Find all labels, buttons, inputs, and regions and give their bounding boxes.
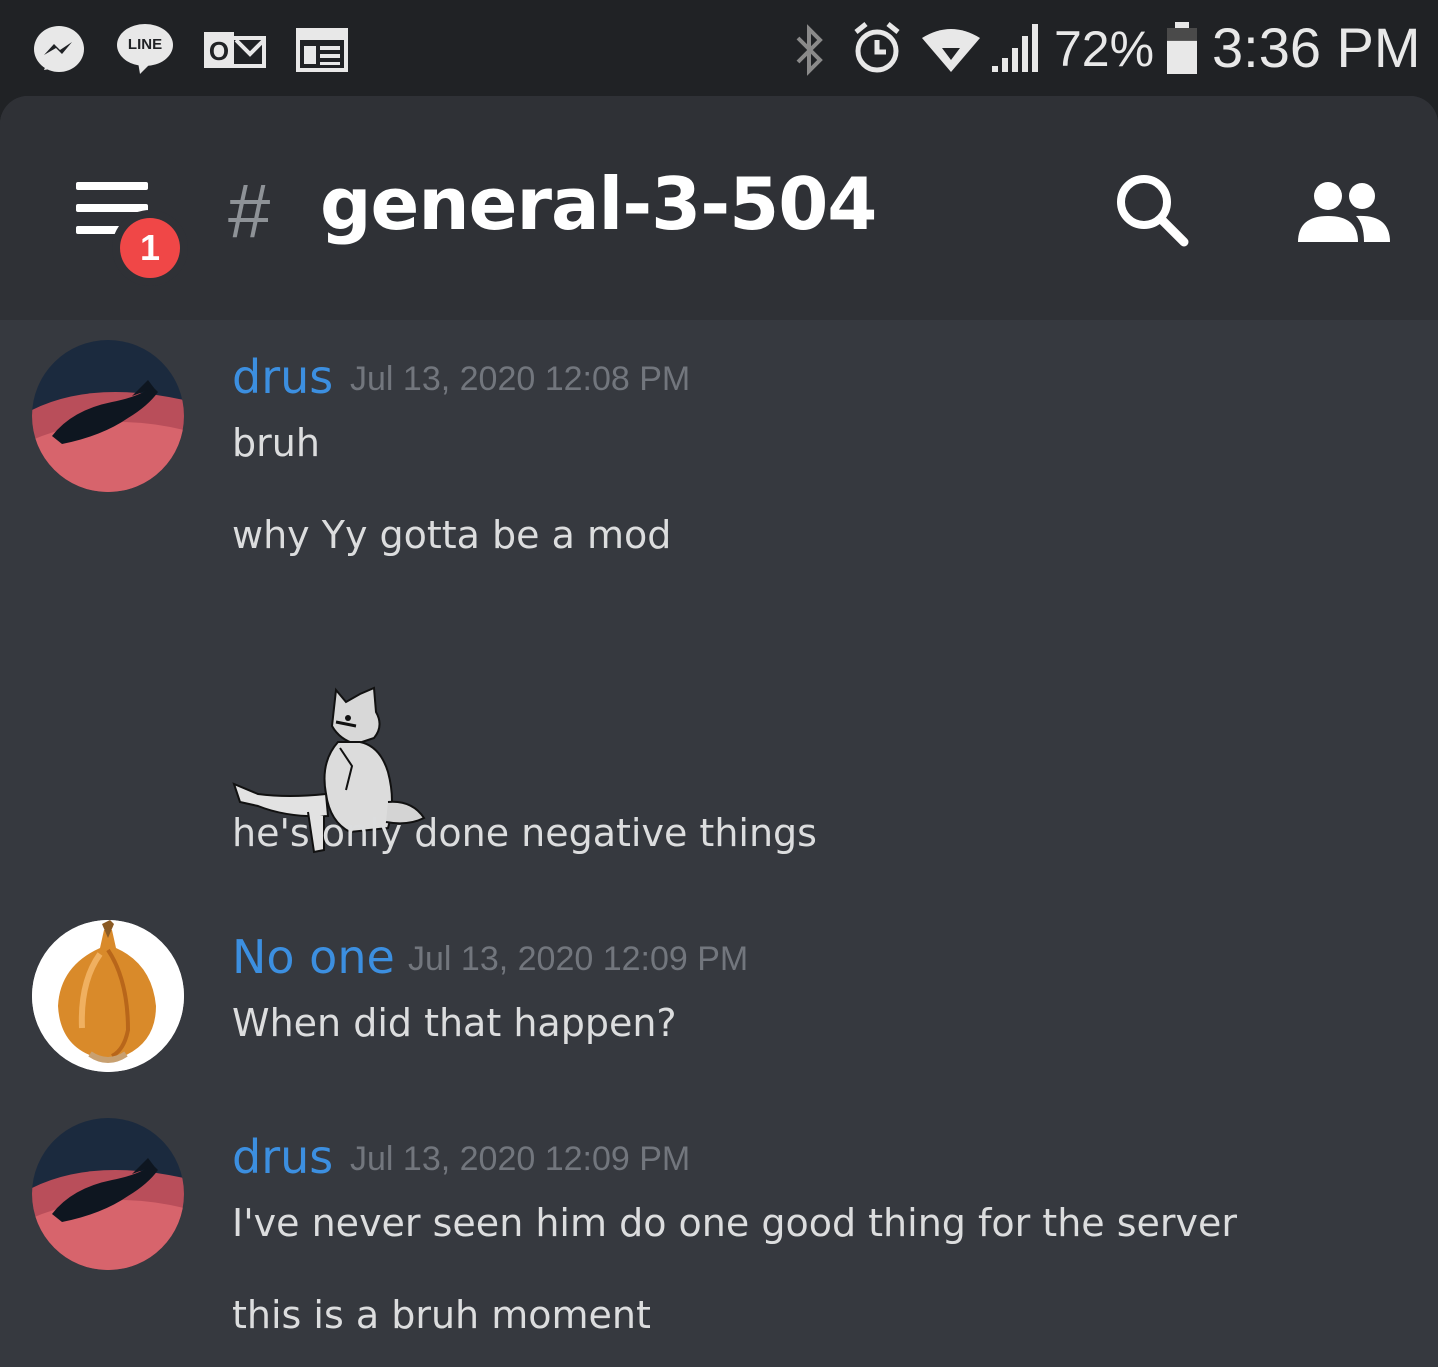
outlook-icon: O xyxy=(204,30,266,72)
timestamp: Jul 13, 2020 12:09 PM xyxy=(408,940,749,978)
status-bar: LINE O 72% 3:36 PM xyxy=(0,0,1438,100)
message-text: this is a bruh moment xyxy=(232,1293,651,1337)
members-icon[interactable] xyxy=(1296,178,1392,242)
menu-line xyxy=(76,204,148,212)
battery-percent: 72% xyxy=(1054,21,1155,77)
timestamp: Jul 13, 2020 12:09 PM xyxy=(350,1140,691,1178)
message-text: I've never seen him do one good thing fo… xyxy=(232,1201,1238,1245)
avatar[interactable] xyxy=(32,920,184,1072)
message-text: he's only done negative things xyxy=(232,811,817,855)
search-icon[interactable] xyxy=(1112,170,1192,250)
clock: 3:36 PM xyxy=(1212,16,1421,79)
channel-hash-icon: # xyxy=(228,169,271,254)
username[interactable]: drus xyxy=(232,354,333,400)
signal-icon xyxy=(992,24,1038,72)
menu-line xyxy=(76,182,148,190)
alarm-icon xyxy=(854,22,900,73)
line-icon-label: LINE xyxy=(127,36,163,53)
message-text: When did that happen? xyxy=(232,1001,677,1045)
discord-app: 1 # general-3-504 drus Jul 13, 2020 12:0… xyxy=(0,96,1438,1367)
line-icon: LINE xyxy=(116,22,174,76)
battery-icon xyxy=(1167,22,1197,74)
unread-badge: 1 xyxy=(112,210,188,286)
channel-header: 1 # general-3-504 xyxy=(0,96,1438,320)
unread-count: 1 xyxy=(120,218,180,278)
message-list: drus Jul 13, 2020 12:08 PM bruh why Yy g… xyxy=(0,320,1438,1367)
messenger-icon xyxy=(34,26,84,72)
timestamp: Jul 13, 2020 12:08 PM xyxy=(350,360,691,398)
wifi-icon xyxy=(922,29,980,72)
avatar[interactable] xyxy=(32,1118,184,1270)
calendar-icon xyxy=(296,28,348,72)
bluetooth-icon xyxy=(796,24,823,76)
avatar[interactable] xyxy=(32,340,184,492)
username[interactable]: drus xyxy=(232,1134,333,1180)
outlook-icon-label: O xyxy=(208,36,230,66)
message-text: why Yy gotta be a mod xyxy=(232,513,672,557)
username[interactable]: No one xyxy=(232,934,395,980)
channel-title: general-3-504 xyxy=(320,162,877,246)
message-text: bruh xyxy=(232,421,320,465)
